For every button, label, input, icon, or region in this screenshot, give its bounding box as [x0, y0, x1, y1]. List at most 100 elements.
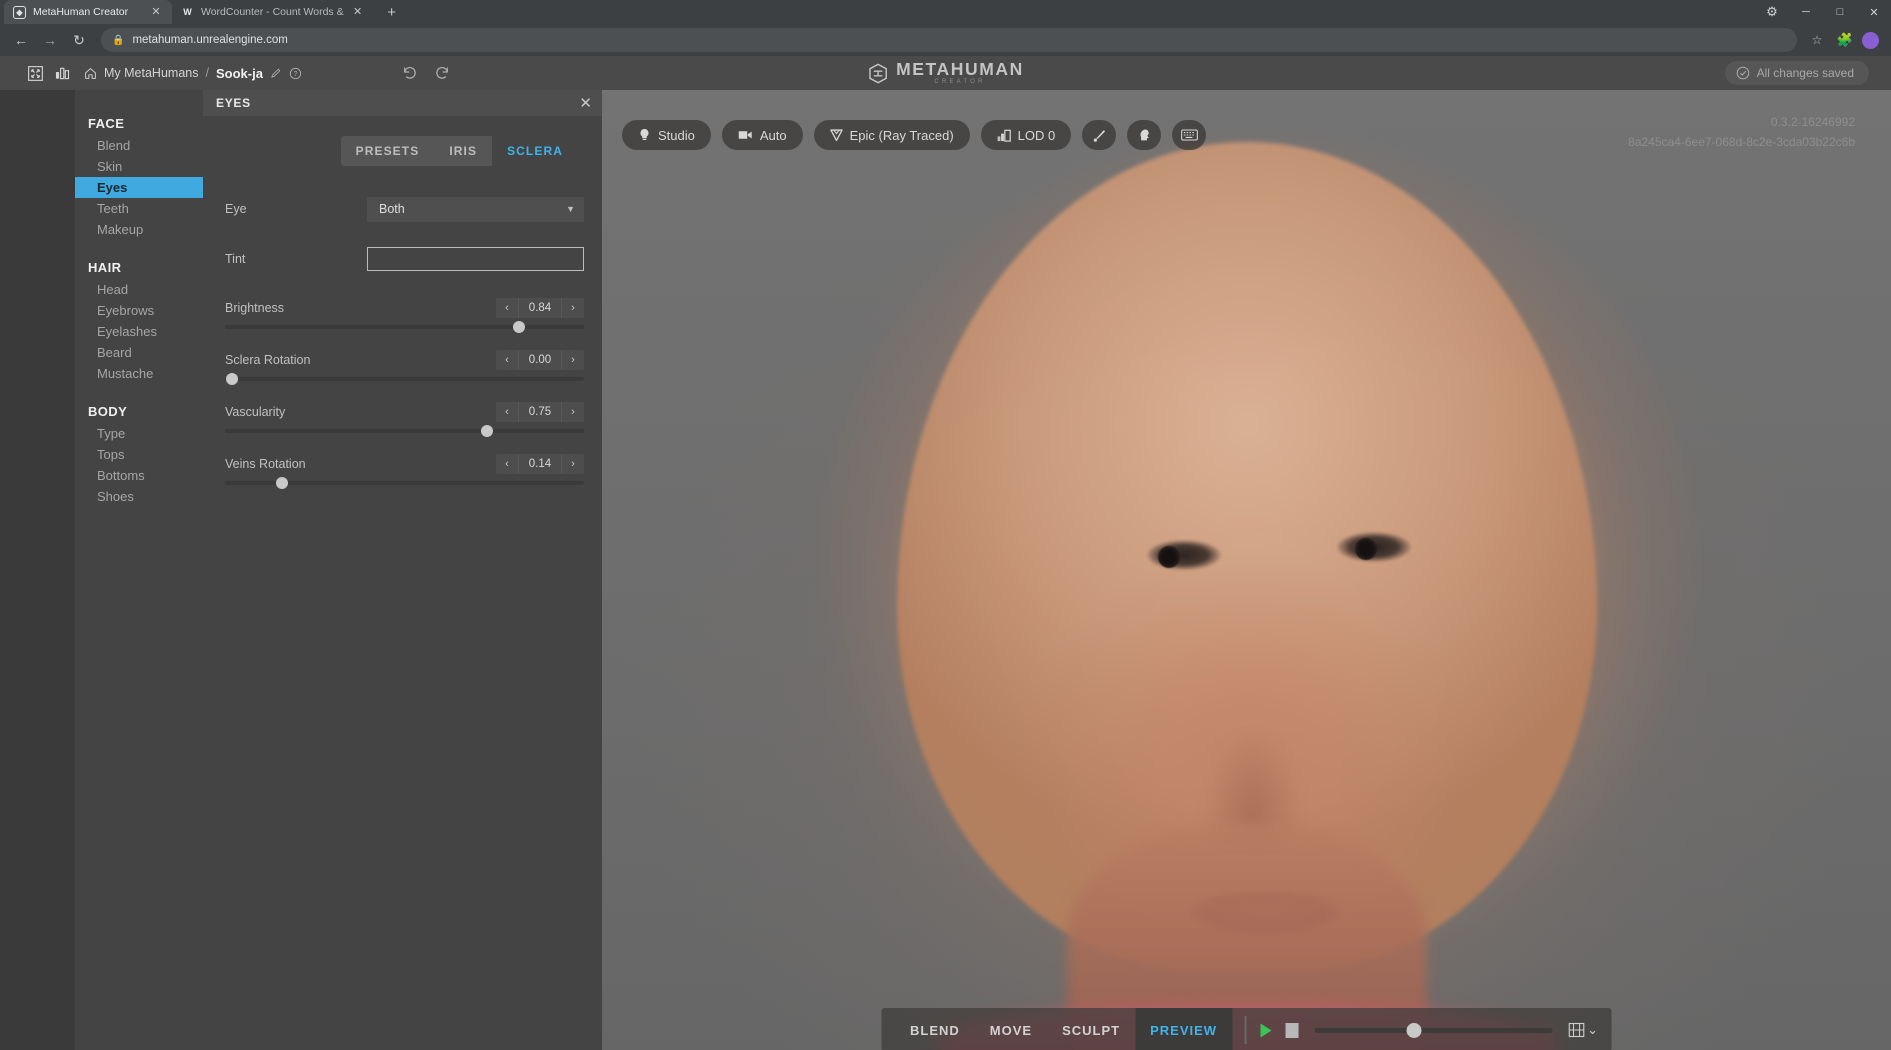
viewport-toolbar: Studio Auto Epic (Ray Traced) LOD 0: [622, 120, 1207, 150]
veins-rotation-stepper[interactable]: ‹ 0.14 ›: [496, 454, 584, 474]
3d-viewport[interactable]: Studio Auto Epic (Ray Traced) LOD 0 0.3.…: [602, 90, 1891, 1050]
browser-tab-metahuman[interactable]: ◈ MetaHuman Creator ✕: [4, 0, 172, 24]
pencil-icon[interactable]: [270, 67, 282, 79]
close-window-button[interactable]: ✕: [1857, 0, 1891, 24]
lightbulb-icon: [640, 129, 649, 140]
decrement-icon[interactable]: ‹: [496, 298, 518, 318]
panel-tab-row: PRESETS IRIS SCLERA: [203, 136, 602, 166]
tint-label: Tint: [225, 252, 246, 266]
new-tab-button[interactable]: +: [379, 0, 405, 24]
vascularity-knob[interactable]: [481, 425, 494, 437]
brightness-knob[interactable]: [513, 321, 526, 333]
brightness-track[interactable]: [225, 321, 584, 333]
metahuman-glyph-icon: [868, 63, 887, 83]
decrement-icon[interactable]: ‹: [496, 402, 518, 422]
sidebar-item-tops[interactable]: Tops: [75, 444, 203, 465]
bookmark-star-icon[interactable]: ☆: [1806, 29, 1828, 51]
sidebar-item-skin[interactable]: Skin: [75, 156, 203, 177]
play-icon[interactable]: [1258, 1022, 1273, 1039]
tab-iris[interactable]: IRIS: [434, 136, 492, 166]
profile-avatar[interactable]: [1862, 31, 1879, 49]
brightness-stepper[interactable]: ‹ 0.84 ›: [496, 298, 584, 318]
tab-sclera[interactable]: SCLERA: [492, 136, 578, 166]
eye-select[interactable]: Both ▼: [367, 196, 584, 222]
sidebar-item-eyes[interactable]: Eyes: [75, 177, 203, 198]
lighting-preset-button[interactable]: Studio: [622, 120, 711, 150]
stop-icon[interactable]: [1285, 1022, 1299, 1038]
breadcrumb-root[interactable]: My MetaHumans: [104, 66, 198, 80]
sclera-rotation-track[interactable]: [225, 373, 584, 385]
gear-icon[interactable]: ⚙: [1755, 0, 1789, 24]
address-bar[interactable]: 🔒 metahuman.unrealengine.com: [101, 28, 1797, 52]
bar-chart-icon[interactable]: [55, 66, 70, 80]
sidebar-item-head[interactable]: Head: [75, 279, 203, 300]
increment-icon[interactable]: ›: [562, 298, 584, 318]
mode-preview-button[interactable]: PREVIEW: [1135, 1008, 1233, 1050]
brush-icon: [1093, 129, 1105, 142]
mode-move-button[interactable]: MOVE: [975, 1008, 1047, 1050]
help-icon[interactable]: ?: [289, 67, 302, 80]
mode-sculpt-button[interactable]: SCULPT: [1047, 1008, 1135, 1050]
camera-mode-button[interactable]: Auto: [721, 120, 803, 150]
decrement-icon[interactable]: ‹: [496, 350, 518, 370]
sclera-rotation-value[interactable]: 0.00: [518, 350, 562, 370]
vascularity-stepper[interactable]: ‹ 0.75 ›: [496, 402, 584, 422]
sidebar-item-blend[interactable]: Blend: [75, 135, 203, 156]
undo-icon[interactable]: [402, 66, 418, 80]
home-icon[interactable]: [84, 67, 97, 80]
sidebar-item-mustache[interactable]: Mustache: [75, 363, 203, 384]
sidebar-item-type[interactable]: Type: [75, 423, 203, 444]
sidebar-item-makeup[interactable]: Makeup: [75, 219, 203, 240]
film-icon[interactable]: ⌄: [1568, 1022, 1598, 1038]
extensions-icon[interactable]: 🧩: [1834, 29, 1856, 51]
nav-group-hair: HAIR: [88, 260, 122, 275]
increment-icon[interactable]: ›: [562, 350, 584, 370]
increment-icon[interactable]: ›: [562, 454, 584, 474]
reload-icon[interactable]: ↻: [66, 27, 92, 53]
forward-icon[interactable]: →: [37, 27, 63, 53]
lock-icon: 🔒: [112, 34, 125, 46]
sidebar-item-shoes[interactable]: Shoes: [75, 486, 203, 507]
tab-presets[interactable]: PRESETS: [341, 136, 435, 166]
sidebar-item-beard[interactable]: Beard: [75, 342, 203, 363]
sidebar-item-teeth[interactable]: Teeth: [75, 198, 203, 219]
browser-tab-wordcounter[interactable]: W WordCounter - Count Words & ✕: [172, 0, 374, 24]
vascularity-value[interactable]: 0.75: [518, 402, 562, 422]
sidebar-item-bottoms[interactable]: Bottoms: [75, 465, 203, 486]
back-icon[interactable]: ←: [8, 27, 34, 53]
brightness-value[interactable]: 0.84: [518, 298, 562, 318]
veins-rotation-value[interactable]: 0.14: [518, 454, 562, 474]
breadcrumb-separator: /: [205, 66, 209, 80]
increment-icon[interactable]: ›: [562, 402, 584, 422]
sclera-rotation-knob[interactable]: [226, 373, 239, 385]
veins-rotation-knob[interactable]: [276, 477, 289, 489]
browser-tab-bar: ◈ MetaHuman Creator ✕ W WordCounter - Co…: [0, 0, 1891, 24]
quality-preset-button[interactable]: Epic (Ray Traced): [813, 120, 970, 150]
close-icon[interactable]: ✕: [351, 5, 365, 19]
lod-button[interactable]: LOD 0: [980, 120, 1072, 150]
close-icon[interactable]: ✕: [149, 5, 163, 19]
metahuman-portrait-render: [602, 90, 1891, 1050]
timeline-slider[interactable]: [1314, 1022, 1553, 1038]
undo-redo-group: [402, 66, 450, 80]
sidebar-item-eyebrows[interactable]: Eyebrows: [75, 300, 203, 321]
fullscreen-icon[interactable]: [28, 65, 43, 81]
nav-group-face: FACE: [88, 116, 125, 131]
vascularity-track[interactable]: [225, 425, 584, 437]
brush-tool-button[interactable]: [1082, 120, 1117, 150]
mode-blend-button[interactable]: BLEND: [895, 1008, 975, 1050]
keyboard-shortcuts-button[interactable]: [1172, 120, 1207, 150]
veins-rotation-track[interactable]: [225, 477, 584, 489]
status-badge: All changes saved: [1724, 61, 1869, 85]
head-view-button[interactable]: [1127, 120, 1162, 150]
sclera-rotation-stepper[interactable]: ‹ 0.00 ›: [496, 350, 584, 370]
decrement-icon[interactable]: ‹: [496, 454, 518, 474]
tint-color-swatch[interactable]: [367, 247, 584, 271]
timeline-knob[interactable]: [1406, 1022, 1422, 1038]
close-icon[interactable]: ✕: [579, 96, 592, 111]
redo-icon[interactable]: [434, 66, 450, 80]
maximize-button[interactable]: □: [1823, 0, 1857, 24]
minimize-button[interactable]: ─: [1789, 0, 1823, 24]
sidebar-item-eyelashes[interactable]: Eyelashes: [75, 321, 203, 342]
nav-group-body: BODY: [88, 404, 128, 419]
